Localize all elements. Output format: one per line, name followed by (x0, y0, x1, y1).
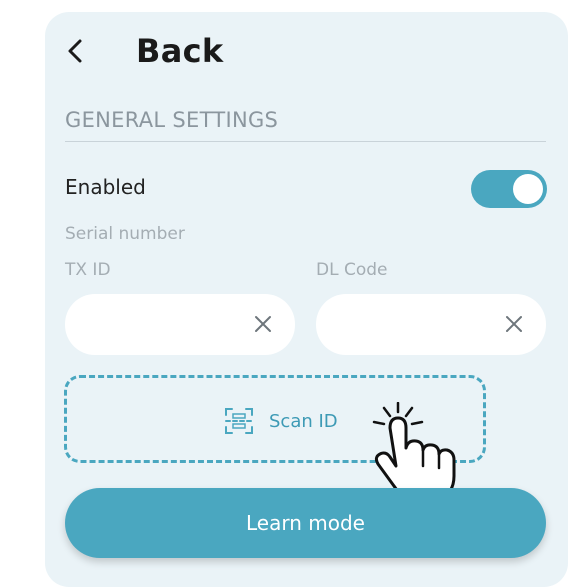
header: Back (65, 28, 223, 74)
dlcode-label: DL Code (316, 260, 388, 280)
enabled-label: Enabled (65, 175, 146, 199)
txid-field (65, 294, 295, 357)
dlcode-input[interactable] (338, 294, 502, 357)
txid-input[interactable] (87, 294, 251, 357)
close-icon[interactable] (504, 314, 524, 334)
txid-label: TX ID (65, 260, 111, 280)
scan-id-button[interactable]: Scan ID (64, 375, 486, 463)
serial-number-label: Serial number (65, 224, 185, 244)
divider (65, 141, 546, 142)
back-button[interactable]: Back (136, 32, 223, 70)
chevron-left-icon[interactable] (65, 28, 103, 74)
learn-mode-button[interactable]: Learn mode (65, 488, 546, 558)
section-title: GENERAL SETTINGS (65, 108, 279, 132)
toggle-knob (513, 174, 543, 204)
enabled-toggle[interactable] (471, 170, 547, 208)
dlcode-field (316, 294, 546, 357)
scan-id-label: Scan ID (269, 410, 338, 432)
scan-frame-icon (225, 408, 253, 434)
scan-id-content: Scan ID (223, 405, 338, 437)
close-icon[interactable] (253, 314, 273, 334)
